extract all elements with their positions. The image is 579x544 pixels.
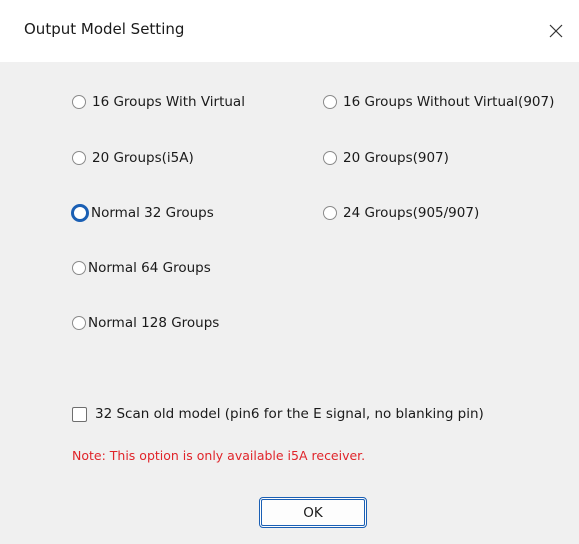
dialog-body: 16 Groups With Virtual 16 Groups Without… [0, 62, 579, 544]
scan-old-model-checkbox[interactable]: 32 Scan old model (pin6 for the E signal… [72, 406, 484, 422]
radio-label: 20 Groups(i5A) [92, 150, 194, 166]
radio-normal-128-groups[interactable]: Normal 128 Groups [72, 311, 219, 335]
radio-button-icon[interactable] [72, 151, 86, 165]
radio-16-groups-with-virtual[interactable]: 16 Groups With Virtual [72, 90, 245, 114]
radio-button-icon[interactable] [72, 95, 86, 109]
radio-label: Normal 128 Groups [88, 315, 220, 331]
radio-button-icon[interactable] [323, 206, 337, 220]
radio-button-icon[interactable] [72, 261, 86, 275]
radio-label: 20 Groups(907) [343, 150, 449, 166]
ok-button[interactable]: OK [259, 497, 367, 528]
radio-label: 16 Groups Without Virtual(907) [343, 94, 555, 110]
radio-label: 16 Groups With Virtual [92, 94, 245, 110]
radio-button-selected-icon[interactable] [71, 204, 89, 222]
dialog-title: Output Model Setting [24, 20, 185, 38]
radio-label: 24 Groups(905/907) [343, 205, 480, 221]
close-button[interactable] [533, 0, 579, 62]
note-text: Note: This option is only available i5A … [72, 448, 366, 463]
radio-label: Normal 32 Groups [91, 205, 214, 221]
title-bar: Output Model Setting [0, 0, 579, 62]
radio-normal-32-groups[interactable]: Normal 32 Groups [71, 201, 214, 225]
radio-24-groups-905-907[interactable]: 24 Groups(905/907) [323, 201, 479, 225]
radio-label: Normal 64 Groups [88, 260, 211, 276]
checkbox-label: 32 Scan old model (pin6 for the E signal… [95, 406, 484, 422]
output-model-setting-dialog: Output Model Setting 16 Groups With Virt… [0, 0, 579, 544]
radio-button-icon[interactable] [323, 95, 337, 109]
radio-20-groups-907[interactable]: 20 Groups(907) [323, 146, 449, 170]
radio-button-icon[interactable] [72, 316, 86, 330]
checkbox-icon[interactable] [72, 406, 87, 422]
radio-16-groups-without-virtual[interactable]: 16 Groups Without Virtual(907) [323, 90, 554, 114]
radio-20-groups-i5a[interactable]: 20 Groups(i5A) [72, 146, 194, 170]
radio-normal-64-groups[interactable]: Normal 64 Groups [72, 256, 211, 280]
close-icon [549, 24, 563, 38]
radio-button-icon[interactable] [323, 151, 337, 165]
